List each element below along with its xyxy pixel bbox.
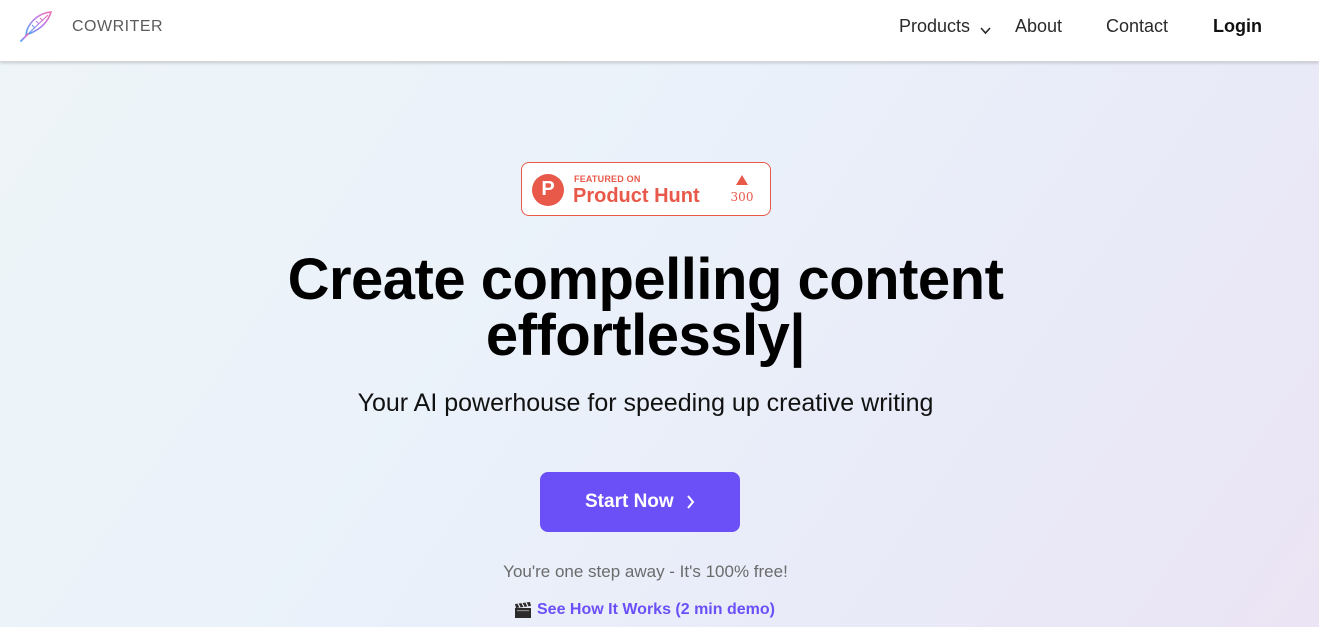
triangle-up-icon bbox=[736, 175, 748, 185]
start-now-button[interactable]: Start Now bbox=[540, 472, 740, 532]
product-hunt-name: Product Hunt bbox=[573, 185, 700, 207]
nav-contact[interactable]: Contact bbox=[1106, 16, 1168, 37]
product-hunt-logo: P bbox=[532, 174, 564, 206]
nav-login[interactable]: Login bbox=[1213, 16, 1262, 37]
nav-products[interactable]: Products bbox=[899, 16, 970, 37]
brand-name[interactable]: COWRITER bbox=[72, 18, 163, 36]
clapperboard-icon bbox=[515, 602, 531, 618]
free-note: You're one step away - It's 100% free! bbox=[503, 562, 788, 581]
product-hunt-logo-letter: P bbox=[541, 178, 555, 200]
chevron-down-icon[interactable] bbox=[980, 26, 991, 35]
hero-subheadline: Your AI powerhouse for speeding up creat… bbox=[357, 389, 934, 417]
start-now-label: Start Now bbox=[585, 491, 674, 512]
top-navbar: COWRITER Products About Contact Login bbox=[0, 0, 1319, 62]
product-hunt-badge[interactable]: P FEATURED ON Product Hunt 300 bbox=[521, 162, 771, 216]
nav-about[interactable]: About bbox=[1015, 16, 1062, 37]
feather-quill-icon[interactable] bbox=[18, 10, 54, 44]
product-hunt-upvote-count: 300 bbox=[730, 190, 754, 204]
chevron-right-icon bbox=[687, 495, 695, 509]
product-hunt-featured-label: FEATURED ON bbox=[574, 174, 641, 184]
hero-headline-line2: effortlessly| bbox=[485, 303, 806, 368]
hero-headline: Create compelling content effortlessly| bbox=[0, 251, 1291, 365]
demo-link-label[interactable]: See How It Works (2 min demo) bbox=[537, 601, 775, 619]
